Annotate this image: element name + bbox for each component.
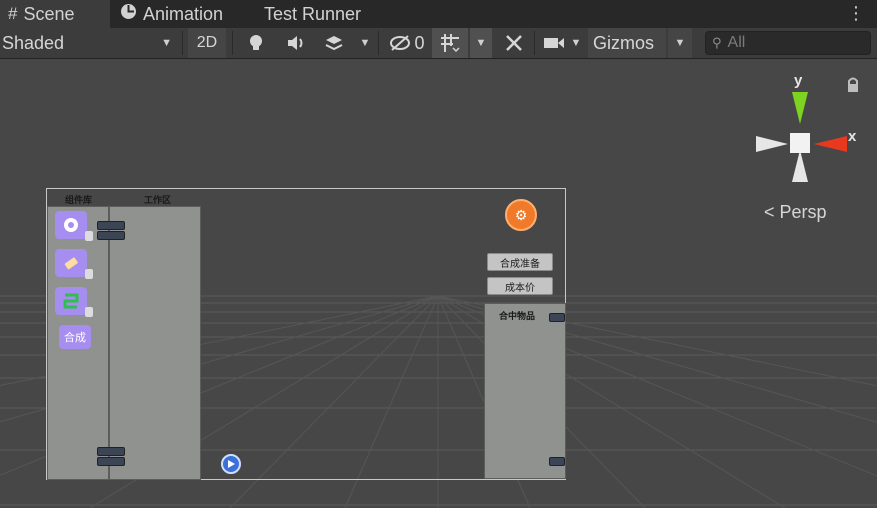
mode-2d-label: 2D — [196, 34, 218, 51]
camera-button[interactable] — [540, 28, 568, 58]
grid-toggle[interactable] — [432, 28, 468, 58]
audio-toggle[interactable] — [280, 28, 312, 58]
effects-dropdown[interactable]: ▼ — [354, 28, 376, 58]
animation-clock-icon — [120, 3, 137, 25]
chevron-down-icon: ▼ — [570, 37, 582, 49]
game-canvas: 组件库 工作区 合成 ⚙ 合成准备 成本价 合中物品 — [46, 188, 566, 480]
chevron-down-icon: ▼ — [359, 37, 371, 49]
component-library-label: 组件库 — [65, 196, 93, 206]
effects-toggle[interactable] — [318, 28, 350, 58]
hidden-count: 0 — [414, 32, 425, 53]
component-count-badge — [85, 231, 93, 241]
component-button-gear[interactable] — [55, 211, 87, 239]
circuit-board-icon — [63, 293, 79, 309]
toolbar-divider — [534, 31, 535, 55]
lightbulb-icon — [250, 35, 262, 50]
scene-toolbar: Shaded ▼ 2D ▼ 0 ▼ ▼ Gizmos ▼ ⚲ All — [0, 28, 877, 59]
tab-scene[interactable]: # Scene — [0, 0, 110, 28]
chevron-down-icon: ▼ — [674, 37, 686, 49]
connector-slot — [549, 313, 565, 322]
scene-visibility-toggle[interactable]: 0 — [384, 28, 430, 58]
items-panel-label: 合中物品 — [499, 312, 536, 322]
projection-toggle[interactable]: < Persp — [764, 202, 827, 223]
tab-animation[interactable]: Animation — [118, 0, 248, 28]
toolbar-divider — [232, 31, 233, 55]
play-icon — [228, 460, 235, 468]
search-placeholder: All — [727, 34, 746, 51]
mode-2d-button[interactable]: 2D — [188, 28, 226, 58]
component-count-badge — [85, 307, 93, 317]
tools-button[interactable] — [498, 28, 530, 58]
search-icon: ⚲ — [712, 35, 722, 50]
work-area-label: 工作区 — [144, 196, 172, 206]
gear-icon — [64, 218, 78, 232]
connector-slot — [549, 457, 565, 466]
play-button[interactable] — [221, 454, 241, 474]
chevron-down-icon: ▼ — [161, 37, 172, 49]
grid-hash-icon: # — [8, 4, 18, 23]
tab-test-runner-label: Test Runner — [264, 3, 362, 24]
camera-dropdown[interactable]: ▼ — [566, 28, 586, 58]
tab-scene-label: Scene — [23, 3, 75, 24]
connector-slot — [97, 457, 125, 466]
connector-slot — [97, 447, 125, 456]
component-button-circuit[interactable] — [55, 287, 87, 315]
tab-bar: # Scene Animation Test Runner ⋮ — [0, 0, 877, 28]
gizmos-button[interactable]: Gizmos — [588, 28, 666, 58]
axis-x-label: x — [848, 128, 857, 145]
axis-y-label: y — [794, 72, 803, 89]
cost-price-button[interactable]: 成本价 — [487, 277, 553, 295]
component-button-battery[interactable] — [55, 249, 87, 277]
items-panel — [484, 303, 566, 479]
lighting-toggle[interactable] — [240, 28, 272, 58]
component-count-badge — [85, 269, 93, 279]
draw-mode-dropdown[interactable]: Shaded ▼ — [0, 28, 180, 58]
battery-icon — [64, 257, 78, 270]
synthesize-label: 合成 — [64, 331, 86, 344]
prepare-synthesis-label: 合成准备 — [500, 258, 540, 270]
speaker-icon — [288, 36, 303, 50]
search-field[interactable]: ⚲ All — [705, 31, 871, 55]
settings-gear-icon: ⚙ — [514, 206, 528, 223]
gizmos-dropdown[interactable]: ▼ — [668, 28, 692, 58]
prepare-synthesis-button[interactable]: 合成准备 — [487, 253, 553, 271]
layers-effects-icon — [325, 36, 343, 51]
perspective-icon: < — [764, 202, 775, 222]
work-area-panel — [109, 206, 201, 480]
camera-icon — [544, 38, 564, 48]
draw-mode-label: Shaded — [2, 32, 65, 53]
tab-animation-label: Animation — [143, 3, 224, 24]
cost-price-label: 成本价 — [505, 282, 535, 294]
grid-icon — [441, 34, 460, 53]
connector-slot — [97, 231, 125, 240]
wrench-tools-icon — [506, 35, 522, 51]
projection-label: Persp — [779, 202, 827, 222]
chevron-down-icon: ▼ — [475, 37, 487, 49]
eye-hidden-icon — [390, 35, 411, 51]
settings-button[interactable]: ⚙ — [505, 199, 537, 231]
connector-slot — [97, 221, 125, 230]
unity-scene-window: # Scene Animation Test Runner ⋮ Shaded ▼… — [0, 0, 877, 508]
lock-icon[interactable] — [846, 77, 860, 93]
tab-test-runner[interactable]: Test Runner — [264, 0, 384, 28]
more-options-icon[interactable]: ⋮ — [847, 4, 865, 22]
synthesize-button[interactable]: 合成 — [59, 325, 91, 349]
toolbar-divider — [378, 31, 379, 55]
grid-dropdown[interactable]: ▼ — [470, 28, 492, 58]
toolbar-divider — [182, 31, 183, 55]
gizmos-label: Gizmos — [593, 32, 655, 53]
